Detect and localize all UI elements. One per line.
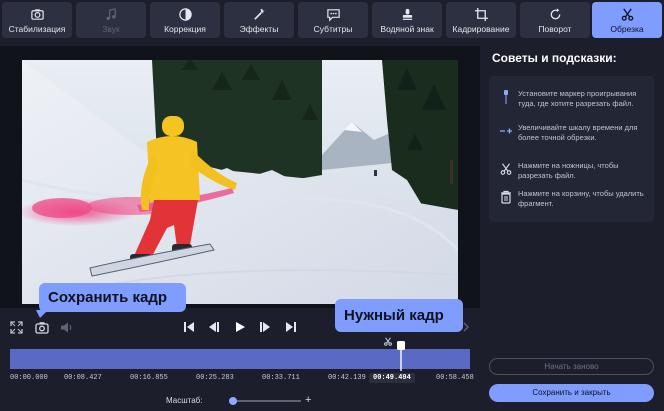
callout-text: Нужный кадр xyxy=(344,307,444,324)
skip-end-icon xyxy=(286,322,296,332)
zoom-scale-icon xyxy=(499,123,513,139)
tool-label: Эффекты xyxy=(239,24,279,34)
tick-label: 00:16.855 xyxy=(130,374,168,382)
zoom-slider[interactable]: + xyxy=(225,394,312,406)
toolbar: Стабилизация Звук Коррекция Эффекты Субт… xyxy=(0,0,664,40)
scissors-icon xyxy=(499,161,513,177)
tool-trim[interactable]: Обрезка xyxy=(592,2,662,38)
timeline-tick-labels: 00:00.000 00:08.427 00:16.855 00:25.283 … xyxy=(0,373,480,386)
snowboarder-scene-image xyxy=(22,60,458,304)
magic-wand-icon xyxy=(224,2,294,24)
tick-label: 00:00.000 xyxy=(10,374,48,382)
cut-scissors-button[interactable] xyxy=(383,336,393,347)
tick-label: 00:25.283 xyxy=(196,374,234,382)
tool-label: Водяной знак xyxy=(380,24,434,34)
zoom-plus-icon[interactable]: + xyxy=(305,394,311,406)
tick-label: 00:08.427 xyxy=(64,374,102,382)
scissors-icon xyxy=(384,337,392,346)
tick-label: 00:58.458 xyxy=(436,374,474,382)
tool-subtitles[interactable]: Субтитры xyxy=(298,2,368,38)
tool-stabilization[interactable]: Стабилизация xyxy=(2,2,72,38)
video-frame[interactable] xyxy=(22,60,458,304)
tool-label: Обрезка xyxy=(610,24,644,34)
tip-text: Установите маркер проигрывания туда, где… xyxy=(518,89,637,108)
tick-label: 00:33.711 xyxy=(262,374,300,382)
current-time-label: 00:49.494 xyxy=(369,373,415,383)
playhead-marker[interactable] xyxy=(397,341,405,371)
rotate-icon xyxy=(520,2,590,24)
video-preview-area xyxy=(0,46,480,308)
save-frame-callout: Сохранить кадр xyxy=(39,283,186,312)
tool-label: Коррекция xyxy=(164,24,206,34)
next-frame-button[interactable] xyxy=(259,321,271,333)
tool-sound[interactable]: Звук xyxy=(76,2,146,38)
tool-label: Стабилизация xyxy=(8,24,66,34)
go-to-end-button[interactable] xyxy=(285,321,297,333)
tip-text: Нажмите на корзину, чтобы удалить фрагме… xyxy=(518,189,644,208)
tool-rotate[interactable]: Поворот xyxy=(520,2,590,38)
volume-button[interactable] xyxy=(60,321,73,334)
music-note-icon xyxy=(76,2,146,24)
callout-pointer xyxy=(36,310,48,318)
chevron-right-icon xyxy=(463,322,469,332)
snapshot-button[interactable] xyxy=(35,321,49,334)
previous-frame-button[interactable] xyxy=(208,321,220,333)
tip-text: Увеличивайте шкалу времени для более точ… xyxy=(518,123,638,142)
go-to-start-button[interactable] xyxy=(183,321,195,333)
playhead-marker-icon xyxy=(499,89,513,105)
fullscreen-button[interactable] xyxy=(10,321,23,334)
play-icon xyxy=(236,322,245,332)
tool-watermark[interactable]: Водяной знак xyxy=(372,2,442,38)
tick-label: 00:42.139 xyxy=(328,374,366,382)
stabilization-camera-icon xyxy=(2,2,72,24)
callout-text: Сохранить кадр xyxy=(48,289,168,306)
speaker-icon xyxy=(61,322,72,333)
scroll-right-arrow[interactable] xyxy=(462,322,470,332)
needed-frame-callout: Нужный кадр xyxy=(335,299,463,332)
tip-text: Нажмите на ножницы, чтобы разрезать файл… xyxy=(518,161,619,180)
camera-icon xyxy=(35,322,49,334)
start-over-button[interactable]: Начать заново xyxy=(489,358,654,375)
tool-effects[interactable]: Эффекты xyxy=(224,2,294,38)
crop-icon xyxy=(446,2,516,24)
zoom-slider-handle[interactable] xyxy=(228,397,237,405)
contrast-circle-icon xyxy=(150,2,220,24)
previous-frame-icon xyxy=(209,322,219,332)
tips-panel: Установите маркер проигрывания туда, где… xyxy=(489,76,654,222)
fullscreen-icon xyxy=(10,321,23,334)
tool-label: Звук xyxy=(102,24,120,34)
speech-bubble-icon xyxy=(298,2,368,24)
playhead-icon xyxy=(397,341,405,371)
zoom-label: Масштаб: xyxy=(166,396,203,405)
zoom-slider-track xyxy=(229,400,301,402)
next-frame-icon xyxy=(260,322,270,332)
trash-icon xyxy=(499,189,513,205)
tool-label: Поворот xyxy=(538,24,572,34)
stamp-icon xyxy=(372,2,442,24)
save-and-close-button[interactable]: Сохранить и закрыть xyxy=(489,384,654,402)
skip-start-icon xyxy=(184,322,194,332)
scissors-icon xyxy=(592,2,662,24)
tips-title: Советы и подсказки: xyxy=(492,51,617,65)
tool-label: Субтитры xyxy=(313,24,353,34)
tool-crop[interactable]: Кадрирование xyxy=(446,2,516,38)
tool-correction[interactable]: Коррекция xyxy=(150,2,220,38)
tool-label: Кадрирование xyxy=(452,24,510,34)
play-button[interactable] xyxy=(234,321,246,333)
